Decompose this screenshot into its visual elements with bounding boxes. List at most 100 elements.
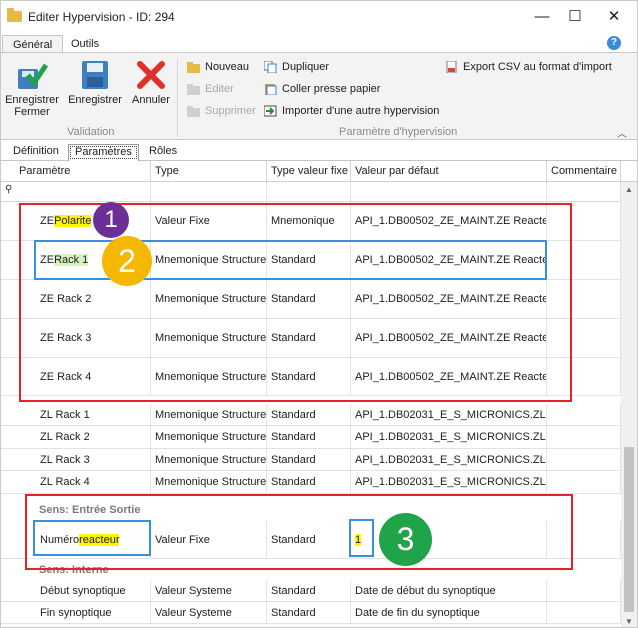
collapse-ribbon-icon[interactable]: ︿	[617, 125, 627, 140]
export-csv-button[interactable]: Export CSV au format d'import	[445, 58, 612, 76]
cell-commentaire	[547, 471, 621, 493]
cell-parametre: Début synoptique	[1, 580, 151, 601]
table-row[interactable]: ZL Rack 1 Mnemonique Structure Standard …	[1, 404, 621, 426]
cell-type: Mnemonique Structure	[151, 404, 267, 425]
cell-type: Mnemonique Structure	[151, 426, 267, 448]
cell-commentaire	[547, 449, 621, 470]
cancel-button[interactable]: Annuler	[128, 59, 174, 106]
col-type-valeur-fixe[interactable]: Type valeur fixe	[267, 161, 351, 182]
supprimer-button[interactable]: Supprimer	[187, 102, 256, 120]
cell-type-valeur-fixe: Standard	[267, 580, 351, 601]
table-row[interactable]: Début synoptique Valeur Systeme Standard…	[1, 580, 621, 602]
save-close-button[interactable]: Enregistrer Fermer	[5, 59, 59, 118]
paste-icon	[264, 83, 277, 96]
save-icon	[79, 59, 111, 91]
table-row[interactable]: ZL Rack 4 Mnemonique Structure Standard …	[1, 471, 621, 494]
window-title: Editer Hypervision - ID: 294	[28, 10, 175, 24]
export-csv-label: Export CSV au format d'import	[463, 61, 612, 73]
duplicate-icon	[263, 60, 277, 74]
supprimer-label: Supprimer	[205, 105, 256, 117]
cancel-x-icon	[135, 59, 167, 91]
coller-button[interactable]: Coller presse papier	[264, 80, 380, 98]
cell-type-valeur-fixe: Standard	[267, 404, 351, 425]
filter-parametre[interactable]	[1, 182, 151, 202]
cell-parametre: ZL Rack 2	[1, 426, 151, 448]
filter-type[interactable]	[151, 182, 267, 202]
col-valeur-defaut[interactable]: Valeur par défaut	[351, 161, 547, 182]
vertical-scrollbar[interactable]: ▲ ▼	[621, 182, 637, 627]
annotation-blue-box-value	[349, 519, 374, 557]
cell-type: Valeur Systeme	[151, 580, 267, 601]
cell-valeur: API_1.DB02031_E_S_MICRONICS.ZL R...	[351, 449, 547, 470]
cell-parametre: Fin synoptique	[1, 602, 151, 623]
col-commentaire[interactable]: Commentaire	[547, 161, 621, 182]
cell-type-valeur-fixe: Standard	[267, 471, 351, 493]
tab-outils[interactable]: Outils	[61, 35, 109, 53]
edit-folder-icon	[187, 83, 200, 95]
group-param-label: Paramètre d'hypervision	[339, 126, 458, 138]
cell-type: Valeur Systeme	[151, 602, 267, 623]
annotation-blue-box-param	[33, 520, 151, 556]
annotation-badge-1: 1	[93, 202, 129, 238]
delete-folder-icon	[187, 105, 200, 117]
save-close-label-2: Fermer	[14, 106, 50, 118]
scroll-up-icon[interactable]: ▲	[621, 185, 637, 194]
cell-commentaire	[547, 426, 621, 448]
cancel-label: Annuler	[132, 94, 170, 106]
group-validation-label: Validation	[67, 126, 115, 138]
folder-icon	[7, 8, 22, 22]
filter-type-valeur-fixe[interactable]	[267, 182, 351, 202]
tab-definition[interactable]: Définition	[7, 144, 65, 161]
page-tabs: Définition Paramètres Rôles	[1, 141, 637, 161]
cell-valeur: API_1.DB02031_E_S_MICRONICS.ZL R...	[351, 426, 547, 448]
nouveau-button[interactable]: Nouveau	[187, 58, 249, 76]
new-folder-icon	[187, 61, 200, 73]
cell-type-valeur-fixe: Standard	[267, 602, 351, 623]
grid-header: Paramètre Type Type valeur fixe Valeur p…	[1, 161, 637, 182]
cell-valeur: API_1.DB02031_E_S_MICRONICS.ZL R...	[351, 471, 547, 493]
help-icon[interactable]: ?	[607, 36, 621, 50]
table-row[interactable]: ZL Rack 3 Mnemonique Structure Standard …	[1, 449, 621, 471]
cell-valeur: Date de début du synoptique	[351, 580, 547, 601]
cell-parametre: ZL Rack 3	[1, 449, 151, 470]
col-parametre[interactable]: Paramètre	[1, 161, 151, 182]
cell-parametre: ZL Rack 4	[1, 471, 151, 493]
scroll-down-icon[interactable]: ▼	[621, 617, 637, 626]
close-button[interactable]: ✕	[591, 1, 637, 32]
tab-parametres[interactable]: Paramètres	[68, 144, 139, 161]
col-type[interactable]: Type	[151, 161, 267, 182]
save-check-icon	[16, 59, 49, 91]
table-row[interactable]: Fin synoptique Valeur Systeme Standard D…	[1, 602, 621, 624]
importer-button[interactable]: Importer d'une autre hypervision	[263, 102, 440, 120]
title-bar: Editer Hypervision - ID: 294 — ☐ ✕	[1, 1, 637, 32]
ribbon-tabs: Général Outils ?	[1, 32, 637, 54]
importer-label: Importer d'une autre hypervision	[282, 105, 440, 117]
filter-commentaire[interactable]	[547, 182, 621, 202]
save-label: Enregistrer	[68, 94, 122, 106]
cell-commentaire	[547, 404, 621, 425]
cell-valeur: Date de fin du synoptique	[351, 602, 547, 623]
table-row[interactable]: ZL Rack 2 Mnemonique Structure Standard …	[1, 426, 621, 449]
annotation-badge-2: 2	[102, 236, 152, 286]
editer-label: Editer	[205, 83, 234, 95]
annotation-badge-3: 3	[379, 513, 432, 566]
cell-valeur: API_1.DB02031_E_S_MICRONICS.ZL R...	[351, 404, 547, 425]
cell-type-valeur-fixe: Standard	[267, 449, 351, 470]
filter-valeur-defaut[interactable]	[351, 182, 547, 202]
save-close-label-1: Enregistrer	[5, 94, 59, 106]
csv-file-icon	[445, 60, 458, 74]
cell-commentaire	[547, 602, 621, 623]
dupliquer-label: Dupliquer	[282, 61, 330, 73]
dupliquer-button[interactable]: Dupliquer	[263, 58, 330, 76]
editer-hypervision-window: Editer Hypervision - ID: 294 — ☐ ✕ Génér…	[0, 0, 638, 628]
tab-roles[interactable]: Rôles	[143, 144, 183, 161]
ribbon: Enregistrer Fermer Enregistrer Annuler V…	[1, 52, 637, 140]
scroll-thumb[interactable]	[624, 447, 634, 612]
editer-button[interactable]: Editer	[187, 80, 234, 98]
cell-commentaire	[547, 580, 621, 601]
filter-row[interactable]: ⚲	[1, 182, 637, 202]
ribbon-separator	[177, 59, 178, 137]
cell-type: Mnemonique Structure	[151, 449, 267, 470]
save-button[interactable]: Enregistrer	[66, 59, 124, 106]
cell-type-valeur-fixe: Standard	[267, 426, 351, 448]
